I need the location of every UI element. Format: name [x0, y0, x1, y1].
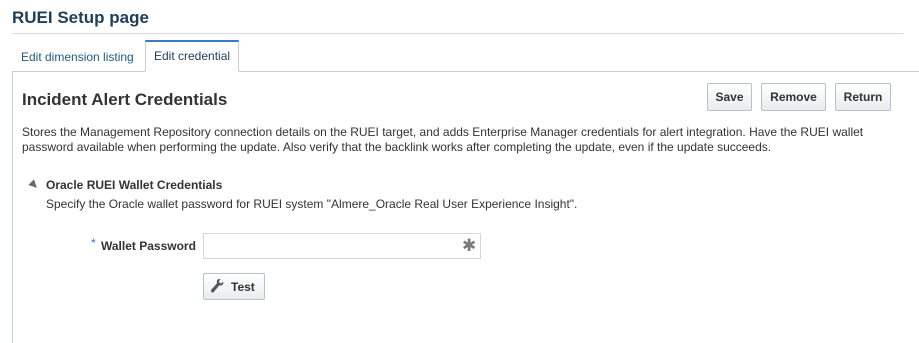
tab-edit-credential[interactable]: Edit credential [145, 40, 240, 72]
test-button-label[interactable]: Test [231, 280, 255, 294]
password-mask-icon: ✱ [462, 236, 477, 255]
tab-bar: Edit dimension listing Edit credential [12, 40, 919, 72]
page-title: RUEI Setup page [12, 8, 149, 27]
wallet-password-label: Wallet Password [101, 239, 196, 253]
required-indicator: * [91, 236, 96, 250]
section-title: Incident Alert Credentials [22, 90, 228, 109]
subsection-description: Specify the Oracle wallet password for R… [46, 197, 578, 211]
tab-edit-dimension-listing[interactable]: Edit dimension listing [12, 41, 143, 72]
subsection-title[interactable]: Oracle RUEI Wallet Credentials [46, 178, 222, 192]
remove-button[interactable]: Remove [761, 83, 826, 111]
save-button[interactable]: Save [707, 83, 752, 111]
wrench-icon [210, 279, 224, 293]
title-divider [12, 33, 904, 34]
section-description: Stores the Management Repository connect… [22, 125, 864, 154]
return-button[interactable]: Return [835, 83, 891, 111]
wallet-password-input[interactable] [203, 233, 481, 259]
